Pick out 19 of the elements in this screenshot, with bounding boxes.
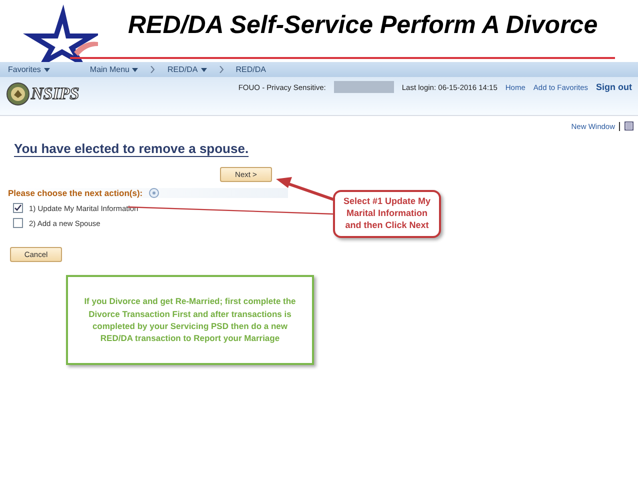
arrow [276, 177, 336, 202]
section-label: Please choose the next action(s): [8, 188, 143, 198]
chevron-icon [150, 66, 156, 73]
callout-note: Select #1 Update My Marital Information and then Click Next [333, 190, 441, 238]
slide-title: RED/DA Self-Service Perform A Divorce [128, 11, 598, 40]
checkbox[interactable] [13, 203, 23, 213]
page-icon[interactable] [624, 121, 634, 131]
sign-out-link[interactable]: Sign out [596, 82, 632, 92]
nav-link[interactable]: RED/DA [167, 65, 207, 74]
seal-icon [6, 82, 30, 106]
nav-link[interactable]: RED/DA [236, 65, 266, 74]
chevron-icon [218, 66, 224, 73]
app-logo: NSIPS [31, 84, 80, 104]
nav-link[interactable]: Main Menu [90, 65, 138, 74]
info-note: If you Divorce and get Re-Married; first complete the Divorce Transaction First and after transactions is completed by your Servicing PSD then do a new RED/DA transaction to Report your Marriage [66, 275, 314, 365]
page-heading: You have elected to remove a spouse. [14, 141, 249, 156]
nav-link[interactable]: Favorites [8, 65, 50, 74]
checkbox[interactable] [13, 218, 23, 228]
redacted-field [334, 81, 394, 93]
